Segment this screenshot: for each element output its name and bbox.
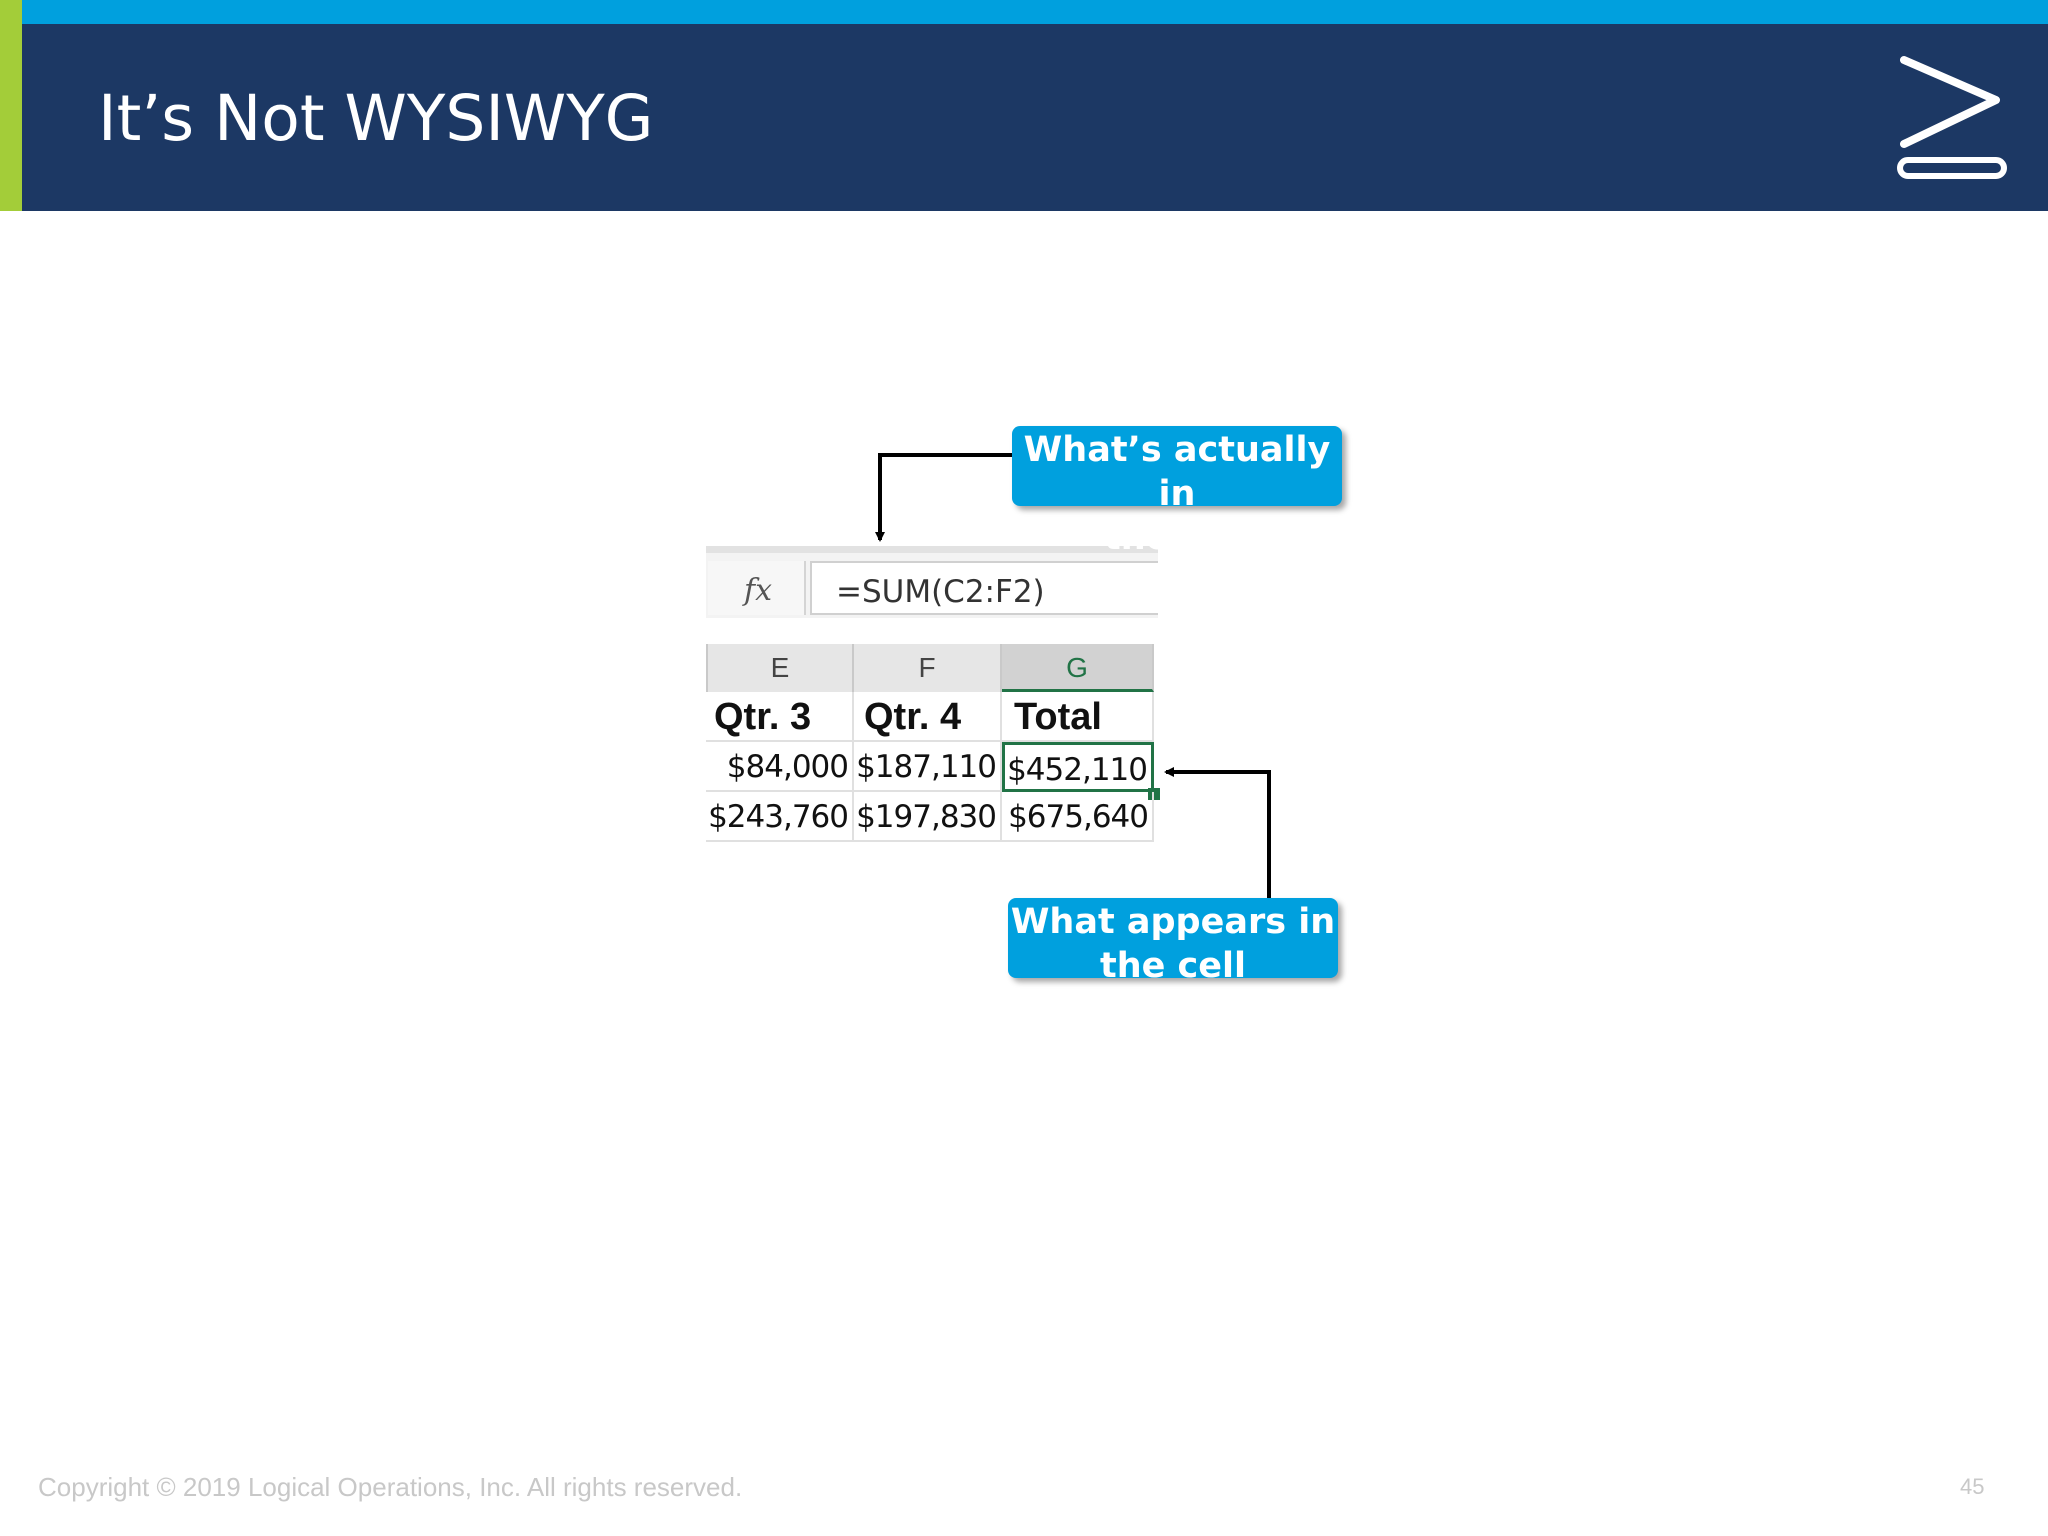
bottom-callout-arrow xyxy=(1164,767,1271,898)
callout-top-line1: What’s actually in xyxy=(1023,430,1331,514)
top-callout-arrow xyxy=(875,453,1012,542)
callout-bottom-line2: the cell xyxy=(1099,946,1247,986)
callout-top-line2: the cell xyxy=(1103,518,1251,558)
callout-actual-content: What’s actually in the cell xyxy=(1012,426,1342,558)
callout-bottom-line1: What appears in xyxy=(1010,902,1336,942)
callout-arrows xyxy=(875,453,1271,898)
page-number: 45 xyxy=(1960,1474,1985,1499)
copyright-footer: Copyright © 2019 Logical Operations, Inc… xyxy=(38,1472,743,1502)
callout-displayed-content: What appears in the cell xyxy=(1008,898,1338,986)
